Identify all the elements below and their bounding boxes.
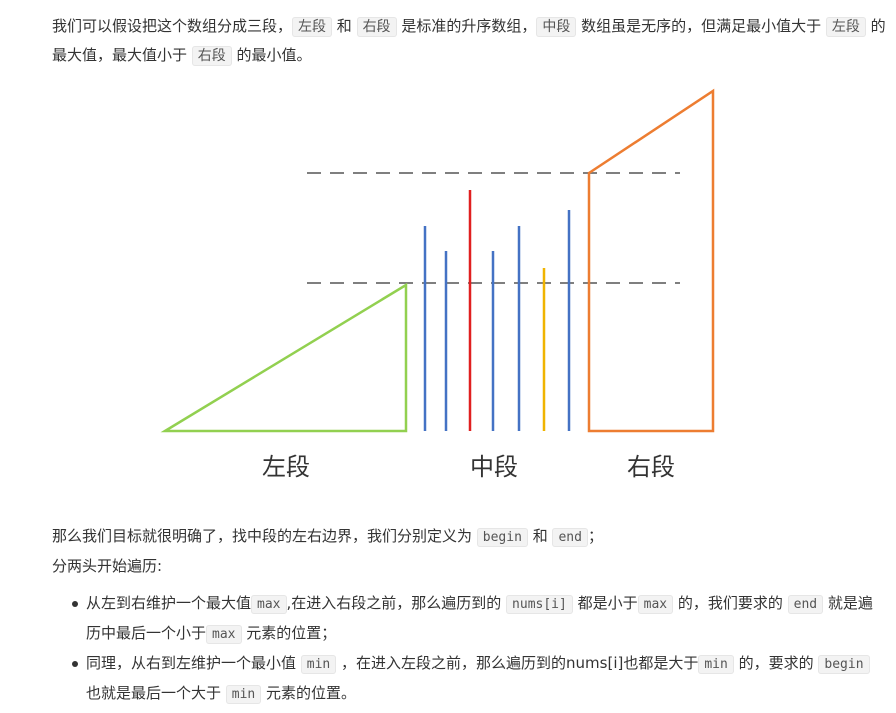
bullet-list: 从左到右维护一个最大值 max ,在进入右段之前，那么遍历到的 nums[i] 都是…	[52, 589, 886, 709]
code-min: min	[225, 685, 262, 704]
left-segment-label: 左段	[262, 453, 310, 481]
code-max: max	[206, 625, 242, 644]
right-segment-shape	[587, 88, 715, 433]
code-max: max	[251, 595, 287, 614]
bullet-text: 从左到右维护一个最大值	[86, 594, 252, 612]
bullet-text: ,在进入右段之前，那么遍历到的	[286, 594, 507, 612]
bullet-text: 也就是最后一个大于	[86, 684, 226, 702]
middle-segment-label: 中段	[470, 453, 518, 481]
goal-paragraph: 那么我们目标就很明确了，找中段的左右边界，我们分别定义为 begin 和 end…	[52, 522, 886, 580]
goal-text: 那么我们目标就很明确了，找中段的左右边界，我们分别定义为	[52, 527, 477, 545]
bullet-text: 的，我们要求的	[673, 594, 788, 612]
code-begin: begin	[818, 655, 870, 674]
code-min: min	[300, 655, 337, 674]
left-segment-shape	[160, 282, 408, 433]
bullet-text: ，在进入左段之前，那么遍历到的nums[i]也都是大于	[336, 654, 699, 672]
code-end: end	[787, 595, 824, 614]
bullet-text: 的，要求的	[733, 654, 819, 672]
bullet-text: 都是小于	[572, 594, 638, 612]
bullet-text: 元素的位置；	[241, 624, 337, 642]
code-nums-i: nums[i]	[506, 595, 573, 614]
code-max: max	[637, 595, 674, 614]
bullet-dot	[72, 601, 78, 607]
code-begin: begin	[476, 528, 528, 547]
goal-text: ；	[587, 527, 603, 545]
goal-text: 和	[527, 527, 553, 545]
list-item: 同理，从右到左维护一个最小值 min ，在进入左段之前，那么遍历到的nums[i…	[52, 649, 886, 709]
bullet-text: 元素的位置。	[261, 684, 357, 702]
traverse-text: 分两头开始遍历:	[52, 557, 163, 575]
code-end: end	[552, 528, 588, 547]
bullet-text: 同理，从右到左维护一个最小值	[86, 654, 301, 672]
list-item: 从左到右维护一个最大值 max ,在进入右段之前，那么遍历到的 nums[i] 都是…	[52, 589, 886, 649]
right-segment-label: 右段	[627, 453, 675, 481]
code-min: min	[698, 655, 734, 674]
bullet-dot	[72, 661, 78, 667]
